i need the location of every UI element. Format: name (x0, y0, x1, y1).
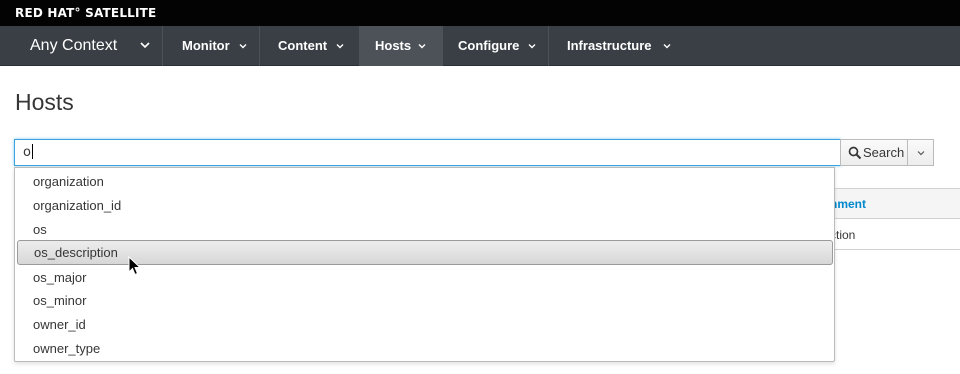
chevron-down-icon (336, 44, 344, 49)
chevron-down-icon (418, 44, 426, 49)
search-input[interactable]: o (14, 139, 841, 166)
nav-item-hosts[interactable]: Hosts (360, 26, 443, 66)
nav-item-label: Content (278, 38, 328, 53)
page-title: Hosts (15, 89, 74, 115)
chevron-down-icon (239, 44, 247, 49)
table-header-environment[interactable]: nment (820, 188, 960, 219)
autocomplete-item-label: os_description (34, 245, 118, 260)
chevron-down-icon (528, 44, 536, 49)
nav-item-infrastructure[interactable]: Infrastructure (549, 26, 684, 66)
search-button-label: Search (863, 145, 905, 160)
caret-down-icon (917, 151, 925, 156)
main-navbar: Any Context Monitor Content Hosts Config… (0, 26, 960, 66)
autocomplete-item[interactable]: owner_id (16, 312, 834, 337)
autocomplete-item-label: os_minor (33, 293, 87, 308)
search-button[interactable]: Search (840, 139, 908, 166)
search-icon (848, 146, 862, 160)
autocomplete-item-label: os (33, 222, 47, 237)
brand-logo[interactable]: RED HAT° SATELLITE (15, 6, 156, 20)
text-caret (31, 144, 33, 159)
nav-item-label: Configure (458, 38, 520, 53)
context-selector-label: Any Context (30, 37, 118, 54)
context-selector[interactable]: Any Context (0, 26, 163, 66)
autocomplete-item[interactable]: organization_id (16, 193, 834, 218)
autocomplete-item-label: os_major (33, 270, 87, 285)
autocomplete-item[interactable]: owner_type (16, 336, 834, 361)
autocomplete-item-label: organization (33, 174, 104, 189)
autocomplete-item[interactable]: os_minor (16, 288, 834, 313)
table-row: ction (820, 219, 960, 250)
autocomplete-item-label: owner_id (33, 317, 86, 332)
nav-item-content[interactable]: Content (260, 26, 360, 66)
brand-bar: RED HAT° SATELLITE (0, 0, 960, 26)
autocomplete-item-label: organization_id (33, 198, 122, 213)
mouse-pointer-icon (128, 256, 141, 276)
search-options-button[interactable] (907, 139, 934, 166)
nav-item-monitor[interactable]: Monitor (163, 26, 260, 66)
autocomplete-item[interactable]: organization (16, 169, 834, 194)
nav-item-label: Infrastructure (567, 38, 652, 53)
nav-item-configure[interactable]: Configure (443, 26, 549, 66)
chevron-down-icon (663, 44, 671, 49)
autocomplete-item-label: owner_type (33, 341, 101, 356)
autocomplete-item[interactable]: os (16, 217, 834, 242)
column-header-label: nment (830, 197, 866, 211)
nav-item-label: Monitor (182, 38, 230, 53)
chevron-down-icon (140, 42, 150, 49)
search-input-value: o (23, 145, 31, 160)
nav-item-label: Hosts (375, 38, 412, 53)
